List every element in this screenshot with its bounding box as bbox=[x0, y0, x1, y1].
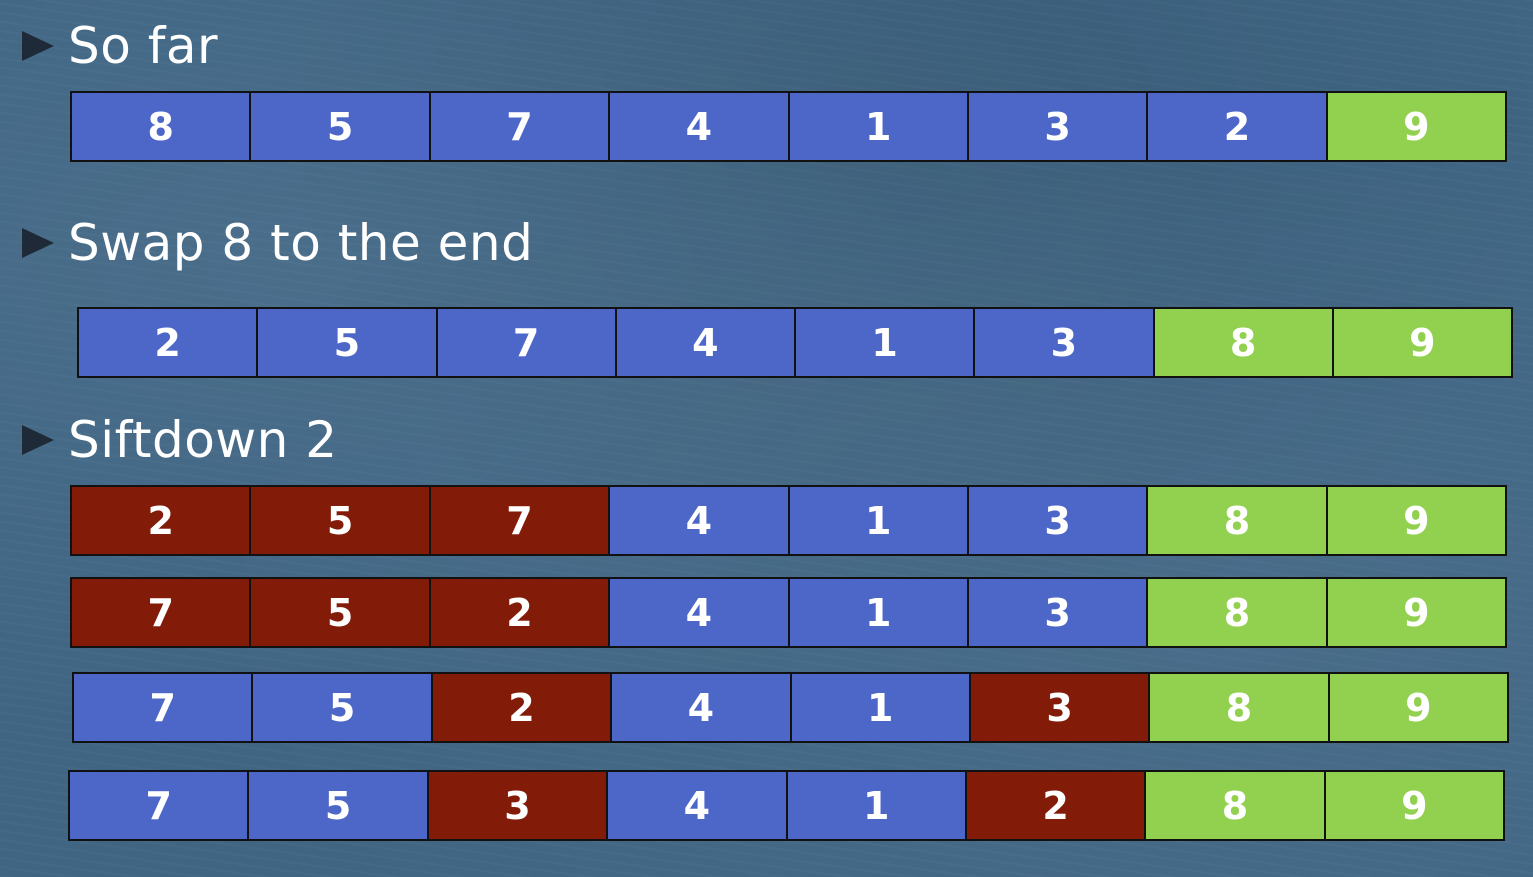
array-cell: 7 bbox=[72, 579, 252, 646]
array-cell: 9 bbox=[1333, 309, 1511, 376]
array-cell: 9 bbox=[1325, 772, 1503, 839]
array-cell: 3 bbox=[970, 674, 1151, 741]
array-cell: 8 bbox=[72, 93, 252, 160]
array-cell: 5 bbox=[258, 309, 438, 376]
array-cell: 2 bbox=[72, 487, 252, 554]
array-cell: 3 bbox=[428, 772, 609, 839]
triangle-bullet-icon bbox=[22, 228, 54, 258]
array-cell: 4 bbox=[610, 93, 790, 160]
array-cell: 5 bbox=[249, 772, 429, 839]
array-cell: 9 bbox=[1327, 93, 1505, 160]
array-cell: 2 bbox=[430, 579, 611, 646]
bullet-so-far: So far bbox=[22, 16, 218, 76]
array-cell: 7 bbox=[430, 93, 611, 160]
array-cell: 3 bbox=[968, 93, 1149, 160]
array-cell: 2 bbox=[1148, 93, 1328, 160]
triangle-bullet-icon bbox=[22, 425, 54, 455]
array-cell: 1 bbox=[789, 579, 969, 646]
array-cell: 3 bbox=[975, 309, 1155, 376]
array-cell: 1 bbox=[789, 93, 969, 160]
bullet-text: So far bbox=[68, 17, 219, 75]
array-cell: 4 bbox=[616, 309, 796, 376]
array-cell: 3 bbox=[968, 487, 1149, 554]
array-cell: 7 bbox=[430, 487, 611, 554]
array-row-siftdown-4: 7 5 3 4 1 2 8 9 bbox=[68, 770, 1505, 841]
array-cell: 1 bbox=[789, 487, 969, 554]
array-row-swap: 2 5 7 4 1 3 8 9 bbox=[77, 307, 1513, 378]
array-cell: 4 bbox=[610, 579, 790, 646]
array-cell: 2 bbox=[432, 674, 613, 741]
array-cell: 5 bbox=[251, 579, 431, 646]
array-cell: 9 bbox=[1327, 579, 1505, 646]
array-cell: 1 bbox=[791, 674, 971, 741]
array-cell: 7 bbox=[74, 674, 254, 741]
array-cell: 9 bbox=[1327, 487, 1505, 554]
array-cell: 2 bbox=[966, 772, 1147, 839]
array-cell: 5 bbox=[251, 487, 431, 554]
array-cell: 8 bbox=[1146, 772, 1326, 839]
array-cell: 4 bbox=[608, 772, 788, 839]
array-cell: 8 bbox=[1154, 309, 1334, 376]
bullet-siftdown: Siftdown 2 bbox=[22, 410, 338, 470]
array-row-siftdown-3: 7 5 2 4 1 3 8 9 bbox=[72, 672, 1509, 743]
array-row-siftdown-1: 2 5 7 4 1 3 8 9 bbox=[70, 485, 1507, 556]
array-row-siftdown-2: 7 5 2 4 1 3 8 9 bbox=[70, 577, 1507, 648]
triangle-bullet-icon bbox=[22, 31, 54, 61]
bullet-text: Swap 8 to the end bbox=[68, 214, 534, 272]
array-cell: 7 bbox=[70, 772, 250, 839]
array-cell: 4 bbox=[610, 487, 790, 554]
array-cell: 1 bbox=[796, 309, 976, 376]
array-cell: 1 bbox=[787, 772, 967, 839]
array-row-so-far: 8 5 7 4 1 3 2 9 bbox=[70, 91, 1507, 162]
array-cell: 2 bbox=[79, 309, 259, 376]
array-cell: 3 bbox=[968, 579, 1149, 646]
array-cell: 5 bbox=[253, 674, 433, 741]
array-cell: 8 bbox=[1150, 674, 1330, 741]
array-cell: 5 bbox=[251, 93, 431, 160]
array-cell: 9 bbox=[1329, 674, 1507, 741]
array-cell: 8 bbox=[1148, 487, 1328, 554]
array-cell: 4 bbox=[612, 674, 792, 741]
array-cell: 7 bbox=[437, 309, 617, 376]
array-cell: 8 bbox=[1148, 579, 1328, 646]
bullet-text: Siftdown 2 bbox=[68, 411, 338, 469]
bullet-swap: Swap 8 to the end bbox=[22, 213, 533, 273]
